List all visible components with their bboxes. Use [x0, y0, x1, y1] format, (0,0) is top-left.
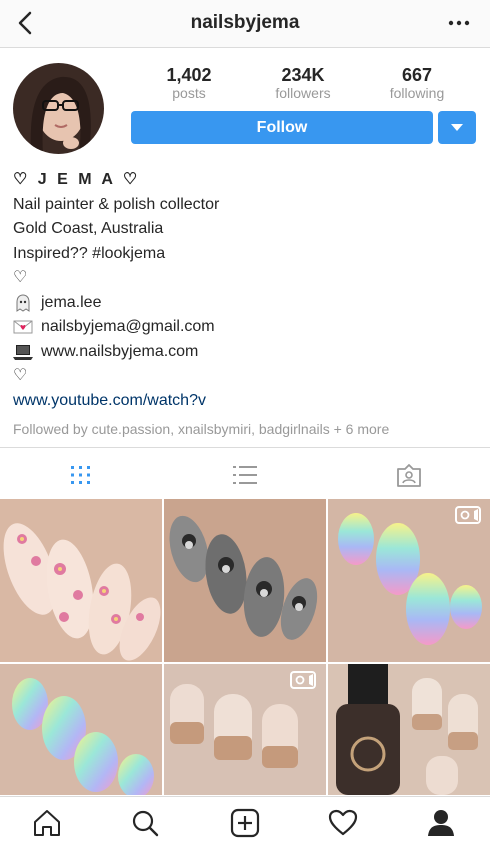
search-icon[interactable] [130, 808, 160, 838]
profile-link[interactable]: www.youtube.com/watch?v [13, 389, 478, 414]
bio-heart: ♡ [13, 367, 28, 384]
post-thumbnail[interactable] [0, 499, 162, 662]
activity-heart-icon[interactable] [328, 808, 358, 838]
followers-label: followers [275, 85, 331, 101]
profile-icon[interactable] [426, 808, 456, 838]
top-bar: nailsbyjema [0, 0, 490, 48]
tagged-photos-icon[interactable] [396, 462, 422, 488]
home-icon[interactable] [32, 808, 62, 838]
posts-grid [0, 499, 490, 795]
list-view-icon[interactable] [232, 462, 258, 488]
profile-bio: ♡ J E M A ♡ Nail painter & polish collec… [13, 168, 478, 442]
ghost-icon [16, 294, 30, 312]
email-address: nailsbyjema@gmail.com [41, 318, 215, 335]
profile-username: nailsbyjema [190, 12, 300, 33]
love-letter-icon [13, 320, 33, 334]
following-label: following [389, 85, 445, 101]
profile-avatar[interactable] [13, 63, 104, 154]
snapchat-row: jema.lee [13, 291, 478, 316]
posts-label: posts [172, 85, 206, 101]
caret-down-icon [451, 124, 463, 131]
post-thumbnail[interactable] [328, 499, 490, 662]
followed-by-text[interactable]: Followed by cute.passion, xnailsbymiri, … [13, 417, 478, 442]
posts-count: 1,402 [166, 65, 212, 85]
bio-line: Inspired?? #lookjema [13, 244, 166, 262]
email-row: nailsbyjema@gmail.com [13, 315, 478, 340]
bottom-navigation [0, 796, 490, 847]
website-text: www.nailsbyjema.com [41, 342, 199, 360]
profile-tabs [0, 447, 490, 499]
profile-name: ♡ J E M A ♡ [13, 171, 141, 188]
posts-stat[interactable]: 1,402 posts [139, 65, 239, 101]
followers-stat[interactable]: 234K followers [253, 65, 353, 101]
laptop-icon [13, 344, 33, 360]
profile-stats: 1,402 posts 234K followers 667 following [131, 65, 476, 105]
bio-line: Gold Coast, Australia [13, 220, 164, 237]
follow-button[interactable]: Follow [131, 111, 433, 144]
post-thumbnail[interactable] [164, 664, 326, 795]
post-thumbnail[interactable] [0, 664, 162, 795]
following-count: 667 [401, 65, 433, 85]
website-row: www.nailsbyjema.com [13, 340, 478, 365]
more-options-icon[interactable] [448, 14, 470, 32]
snapchat-handle: jema.lee [41, 293, 102, 311]
add-post-icon[interactable] [230, 808, 260, 838]
suggestions-dropdown-button[interactable] [438, 111, 476, 144]
bio-line: ♡ [13, 269, 28, 286]
followers-count: 234K [281, 65, 325, 85]
bio-line: Nail painter & polish collector [13, 195, 220, 213]
post-thumbnail[interactable] [328, 664, 490, 795]
following-stat[interactable]: 667 following [367, 65, 467, 101]
post-thumbnail[interactable] [164, 499, 326, 662]
grid-view-icon[interactable] [68, 462, 94, 488]
